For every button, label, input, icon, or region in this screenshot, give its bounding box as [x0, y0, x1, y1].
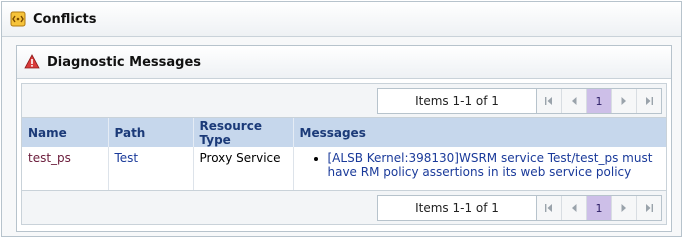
cell-messages: [ALSB Kernel:398130]WSRM service Test/te…: [293, 147, 666, 192]
column-header-messages[interactable]: Messages: [293, 118, 666, 147]
pager-bottom: Items 1-1 of 1 1: [377, 195, 662, 221]
column-header-name[interactable]: Name: [22, 118, 109, 147]
resource-path-link[interactable]: Test: [115, 151, 139, 165]
message-list: [ALSB Kernel:398130]WSRM service Test/te…: [300, 151, 661, 179]
last-page-icon: [646, 204, 653, 212]
diagnostic-messages-title: Diagnostic Messages: [47, 54, 202, 70]
warning-icon: [24, 54, 40, 70]
list-item: [ALSB Kernel:398130]WSRM service Test/te…: [328, 151, 661, 179]
conflicts-icon: [10, 11, 26, 27]
column-header-path[interactable]: Path: [108, 118, 194, 147]
conflicts-panel: Conflicts Diagnostic Messages Items 1-1 …: [1, 1, 682, 237]
column-header-resource-type[interactable]: Resource Type: [193, 118, 294, 147]
next-page-icon: [621, 97, 626, 105]
previous-page-button[interactable]: [562, 89, 587, 113]
last-page-icon: [646, 97, 653, 105]
diagnostics-table: Name Path Resource Type Messages test_ps…: [22, 118, 666, 192]
pager-bottom-row: Items 1-1 of 1 1: [22, 190, 666, 224]
pager-top-row: Items 1-1 of 1 1: [22, 84, 666, 118]
table-row: test_ps Test Proxy Service [ALSB Kernel:…: [22, 147, 666, 192]
next-page-button[interactable]: [612, 89, 637, 113]
last-page-button[interactable]: [637, 89, 661, 113]
current-page-button[interactable]: 1: [587, 89, 612, 113]
next-page-icon: [621, 204, 626, 212]
resource-name-link[interactable]: test_ps: [28, 151, 71, 165]
conflicts-header: Conflicts: [2, 2, 681, 37]
table-header-row: Name Path Resource Type Messages: [22, 118, 666, 147]
next-page-button[interactable]: [612, 196, 637, 220]
previous-page-button[interactable]: [562, 196, 587, 220]
diagnostics-table-container: Items 1-1 of 1 1 Name Path Resource Type…: [21, 83, 667, 225]
first-page-icon: [545, 204, 552, 212]
conflicts-title: Conflicts: [33, 11, 97, 27]
items-count-label: Items 1-1 of 1: [378, 89, 537, 113]
first-page-button[interactable]: [537, 196, 562, 220]
cell-path: Test: [108, 147, 194, 192]
cell-resource-type: Proxy Service: [193, 147, 294, 192]
pager-top: Items 1-1 of 1 1: [377, 88, 662, 114]
cell-name: test_ps: [22, 147, 109, 192]
first-page-icon: [545, 97, 552, 105]
diagnostic-message: [ALSB Kernel:398130]WSRM service Test/te…: [327, 151, 653, 179]
previous-page-icon: [572, 97, 577, 105]
last-page-button[interactable]: [637, 196, 661, 220]
current-page-button[interactable]: 1: [587, 196, 612, 220]
diagnostic-messages-panel: Diagnostic Messages Items 1-1 of 1 1 Nam…: [16, 45, 672, 232]
diagnostic-messages-header: Diagnostic Messages: [17, 46, 671, 79]
previous-page-icon: [572, 204, 577, 212]
items-count-label: Items 1-1 of 1: [378, 196, 537, 220]
first-page-button[interactable]: [537, 89, 562, 113]
